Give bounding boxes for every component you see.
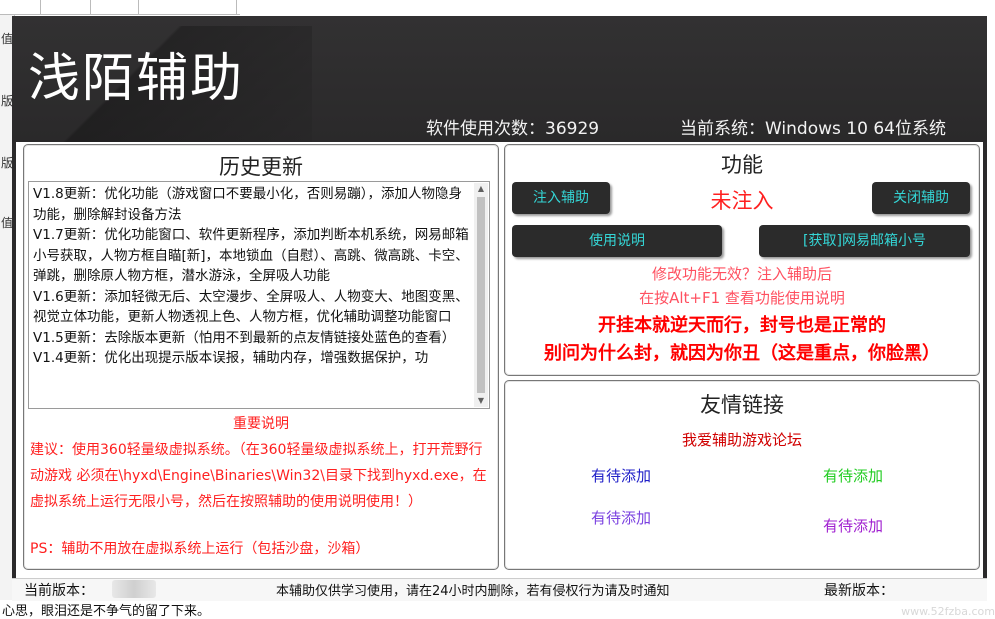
friend-link-1[interactable]: 有待添加 xyxy=(591,465,651,486)
history-entry: V1.8更新：优化功能（游戏窗口不要最小化，否则易蹦），添加人物隐身功能，删除解… xyxy=(33,186,462,223)
history-text: V1.8更新：优化功能（游戏窗口不要最小化，否则易蹦），添加人物隐身功能，删除解… xyxy=(33,184,471,369)
system-info: 当前系统：Windows 10 64位系统 xyxy=(680,119,946,139)
current-version-value-redacted xyxy=(112,580,156,598)
important-title: 重要说明 xyxy=(233,416,289,432)
background-table-row xyxy=(0,0,240,15)
history-panel: 历史更新 V1.8更新：优化功能（游戏窗口不要最小化，否则易蹦），添加人物隐身功… xyxy=(23,144,499,570)
tip-line-1: 修改功能无效？注入辅助后 xyxy=(651,265,832,283)
scroll-down-arrow-icon[interactable]: ▼ xyxy=(474,395,488,407)
warning-line-1: 开挂本就逆天而行，封号也是正常的 xyxy=(598,315,886,336)
forum-link[interactable]: 我爱辅助游戏论坛 xyxy=(505,429,979,450)
links-panel: 友情链接 我爱辅助游戏论坛 有待添加 有待添加 有待添加 有待添加 xyxy=(504,380,980,570)
history-entry: V1.6更新：添加轻微无后、太空漫步、全屏吸人、人物变大、地图变黑、视觉立体功能… xyxy=(33,288,469,326)
usage-count: 软件使用次数：36929 xyxy=(426,119,600,139)
injection-status: 未注入 xyxy=(710,189,774,213)
content-area: 历史更新 V1.8更新：优化功能（游戏窗口不要最小化，否则易蹦），添加人物隐身功… xyxy=(16,142,983,588)
scroll-thumb[interactable] xyxy=(477,197,485,393)
advice-text: 建议：使用360轻量级虚拟系统。（在360轻量级虚拟系统上，打开荒野行动游戏 必… xyxy=(30,442,487,510)
friend-link-4[interactable]: 有待添加 xyxy=(823,515,883,536)
title-bar[interactable]: 浅陌辅助 软件使用次数：36929 当前系统：Windows 10 64位系统 xyxy=(12,16,987,142)
inject-button[interactable]: 注入辅助 xyxy=(512,182,610,214)
friend-link-3[interactable]: 有待添加 xyxy=(591,507,651,528)
history-entry: V1.7更新：优化功能窗口、软件更新程序，添加判断本机系统，网易邮箱小号获取，人… xyxy=(33,227,469,284)
links-title: 友情链接 xyxy=(700,393,784,417)
history-textbox[interactable]: V1.8更新：优化功能（游戏窗口不要最小化，否则易蹦），添加人物隐身功能，删除解… xyxy=(28,181,490,409)
latest-version-label: 最新版本： xyxy=(824,583,894,599)
friend-link-2[interactable]: 有待添加 xyxy=(823,465,883,486)
history-entry: V1.4更新：优化出现提示版本误报，辅助内存，增强数据保护，功 xyxy=(33,350,429,366)
disclaimer-text: 本辅助仅供学习使用，请在24小时内删除，若有侵权行为请及时通知 xyxy=(276,584,670,599)
history-scrollbar[interactable]: ▲ ▼ xyxy=(474,183,488,407)
history-title: 历史更新 xyxy=(219,155,303,179)
app-title: 浅陌辅助 xyxy=(28,49,245,109)
status-bar: 当前版本： 本辅助仅供学习使用，请在24小时内删除，若有侵权行为请及时通知 最新… xyxy=(12,578,987,601)
ps-text: PS：辅助不用放在虚拟系统上运行（包括沙盘，沙箱） xyxy=(30,541,370,557)
get-mail-account-button[interactable]: [获取]网易邮箱小号 xyxy=(759,225,970,257)
close-button[interactable]: 关闭辅助 xyxy=(872,182,970,214)
help-button[interactable]: 使用说明 xyxy=(512,225,722,257)
tip-line-2: 在按Alt+F1 查看功能使用说明 xyxy=(639,289,845,307)
background-text: 心思，眼泪还是不争气的留了下来。 xyxy=(2,604,211,619)
features-title: 功能 xyxy=(721,153,763,177)
warning-line-2: 别问为什么封，就因为你丑（这是重点，你脸黑） xyxy=(544,343,940,364)
history-entry: V1.5更新：去除版本更新（怕用不到最新的点友情链接处蓝色的查看） xyxy=(33,329,456,346)
background-text-line: 心思，眼泪还是不争气的留了下来。 xyxy=(0,600,995,619)
current-version-label: 当前版本： xyxy=(24,583,94,599)
app-window: 浅陌辅助 软件使用次数：36929 当前系统：Windows 10 64位系统 … xyxy=(12,16,987,601)
scroll-up-arrow-icon[interactable]: ▲ xyxy=(474,183,488,195)
site-watermark: www.52fzba.com xyxy=(901,605,995,618)
features-panel: 功能 注入辅助 未注入 关闭辅助 使用说明 [获取]网易邮箱小号 修改功能无效？… xyxy=(504,144,980,376)
